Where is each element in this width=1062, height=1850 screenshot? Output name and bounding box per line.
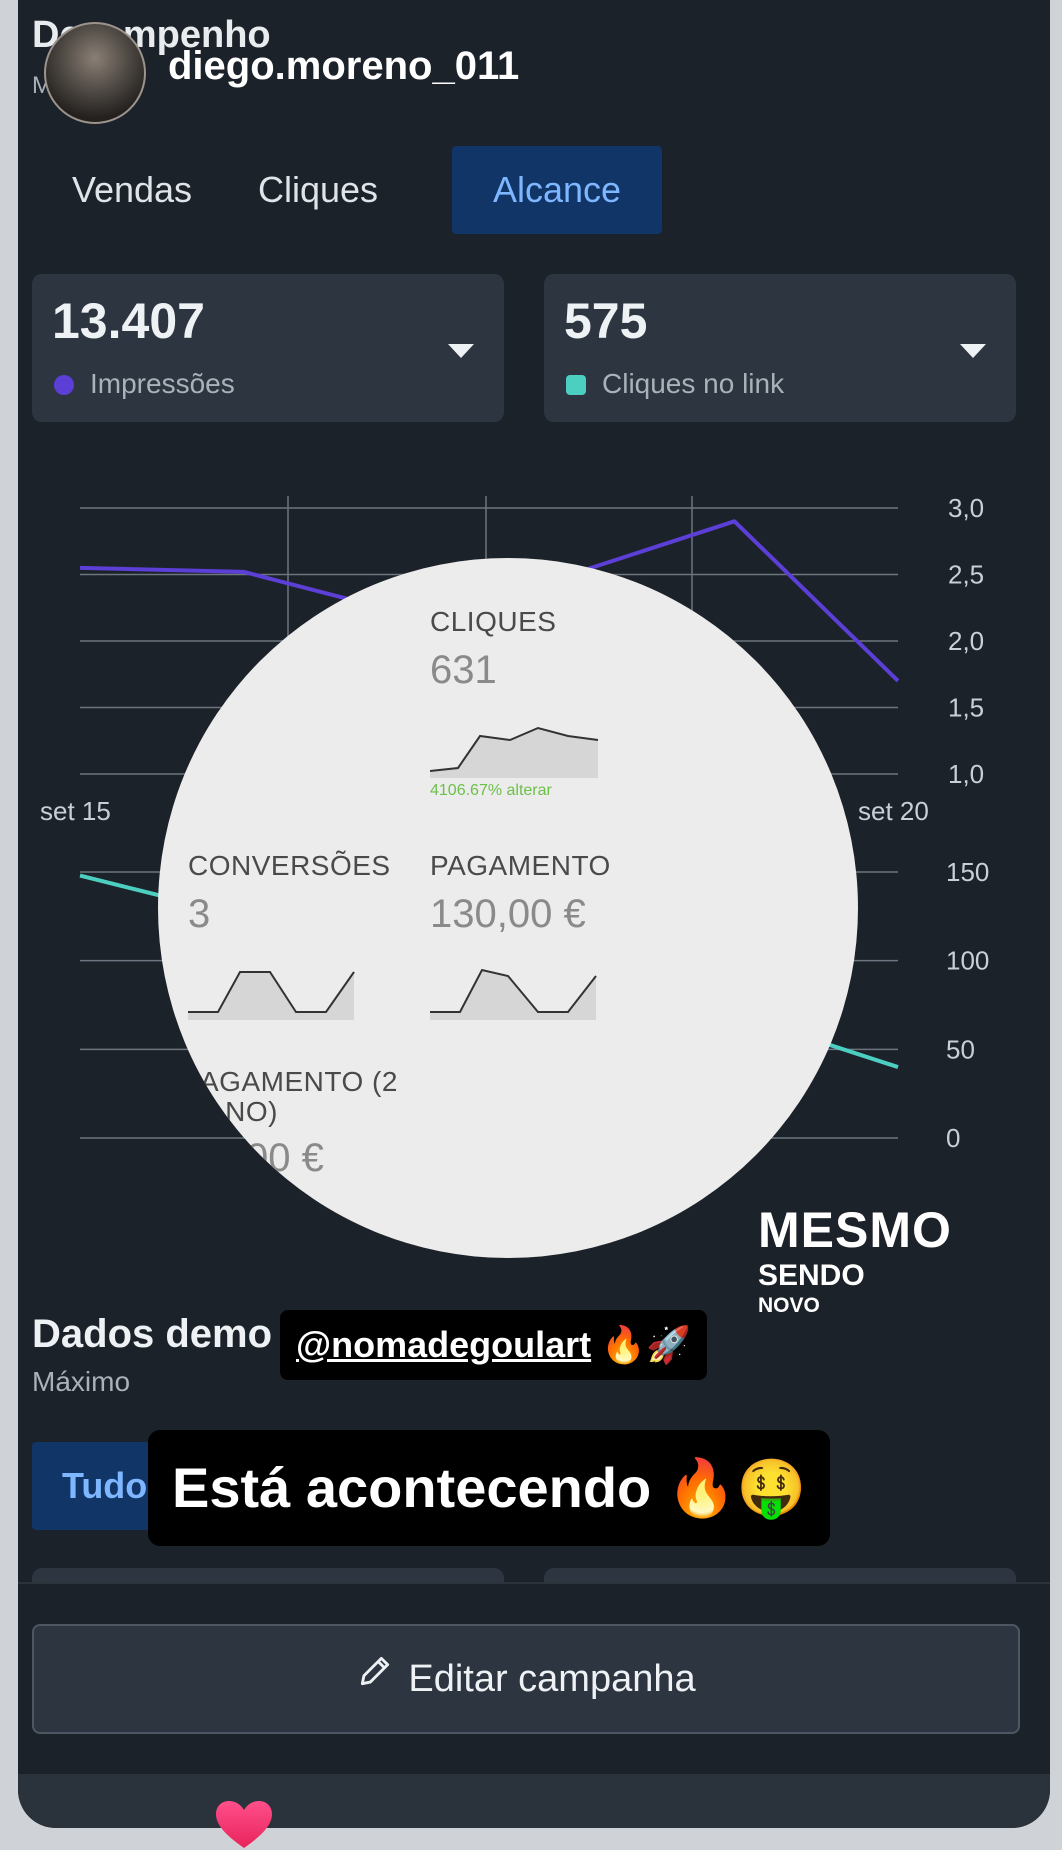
tab-bar: Vendas Cliques Alcance	[18, 146, 1050, 236]
pagamento-value: 130,00 €	[430, 892, 586, 936]
sticker-line1: MESMO	[758, 1202, 952, 1258]
mention-sticker[interactable]: @nomadegoulart 🔥🚀	[280, 1310, 707, 1380]
y-tick-label: 100	[946, 946, 989, 976]
y-tick-label: 3,0	[948, 493, 984, 523]
y-tick-label: 0	[946, 1123, 960, 1153]
sticker-line2: SENDO	[758, 1259, 865, 1292]
chevron-down-icon[interactable]	[448, 344, 474, 358]
mention-emojis: 🔥🚀	[601, 1324, 691, 1365]
caption-emojis: 🔥🤑	[666, 1456, 807, 1519]
edit-campaign-button[interactable]: Editar campanha	[32, 1624, 1020, 1734]
story-username[interactable]: diego.moreno_011	[168, 44, 519, 89]
pagamento-sparkline	[430, 968, 597, 1020]
legend-square	[566, 375, 586, 395]
story-frame: Desempenho M diego.moreno_011 Vendas Cli…	[18, 0, 1050, 1828]
conversoes-value: 3	[188, 892, 211, 936]
bottom-strip	[18, 1774, 1050, 1828]
tab-cliques[interactable]: Cliques	[232, 146, 404, 234]
tab-vendas[interactable]: Vendas	[42, 146, 222, 234]
mesmo-sendo-novo-sticker: MESMO SENDO NOVO	[758, 1205, 952, 1316]
y-tick-label: 2,0	[948, 626, 984, 656]
metric-card-cliques-link[interactable]: 575 Cliques no link	[544, 274, 1016, 422]
metric-card-impressoes[interactable]: 13.407 Impressões	[32, 274, 504, 422]
heart-icon[interactable]	[214, 1800, 274, 1850]
edit-campaign-label: Editar campanha	[408, 1658, 696, 1700]
x-tick-label: set 20	[858, 796, 929, 826]
pagamento2-title-line2: ANO)	[206, 1096, 278, 1127]
cliques-title: CLIQUES	[430, 606, 557, 637]
y-tick-label: 1,5	[948, 693, 984, 723]
pencil-icon	[356, 1625, 394, 1731]
pagamento-title: PAGAMENTO	[430, 850, 611, 881]
cut-label: ES	[198, 606, 237, 637]
chevron-down-icon[interactable]	[960, 344, 986, 358]
y-tick-label: 1,0	[948, 759, 984, 789]
metric-value: 13.407	[52, 293, 205, 349]
cliques-change: 4106.67% alterar	[430, 782, 552, 799]
avatar[interactable]	[44, 22, 146, 124]
cliques-value: 631	[430, 648, 497, 692]
demographics-title: Dados demo	[32, 1312, 273, 1356]
metric-label: Impressões	[90, 368, 235, 399]
metric-value: 575	[564, 293, 648, 349]
x-tick-label: set 15	[40, 796, 111, 826]
sticker-line3: NOVO	[758, 1294, 820, 1317]
demographics-subtitle: Máximo	[32, 1366, 131, 1397]
y-tick-label: 2,5	[948, 560, 984, 590]
caption-sticker: Está acontecendo 🔥🤑	[148, 1430, 831, 1546]
legend-dot	[54, 375, 74, 395]
y-tick-label: 150	[946, 857, 989, 887]
mention-handle[interactable]: @nomadegoulart	[296, 1324, 591, 1365]
pagamento2-title: AGAMENTO (2	[200, 1066, 398, 1097]
metric-label: Cliques no link	[602, 368, 785, 399]
zoom-overlay: ES CLIQUES 631 4106.67% alterar CONVERSÕ…	[158, 558, 858, 1258]
y-tick-label: 50	[946, 1034, 975, 1064]
cliques-sparkline	[430, 726, 599, 778]
pagamento2-value: 00 €	[246, 1136, 324, 1180]
conversoes-title: CONVERSÕES	[188, 850, 391, 881]
tab-alcance[interactable]: Alcance	[452, 146, 662, 234]
caption-text: Está acontecendo	[172, 1456, 652, 1519]
conversoes-sparkline	[188, 971, 355, 1020]
